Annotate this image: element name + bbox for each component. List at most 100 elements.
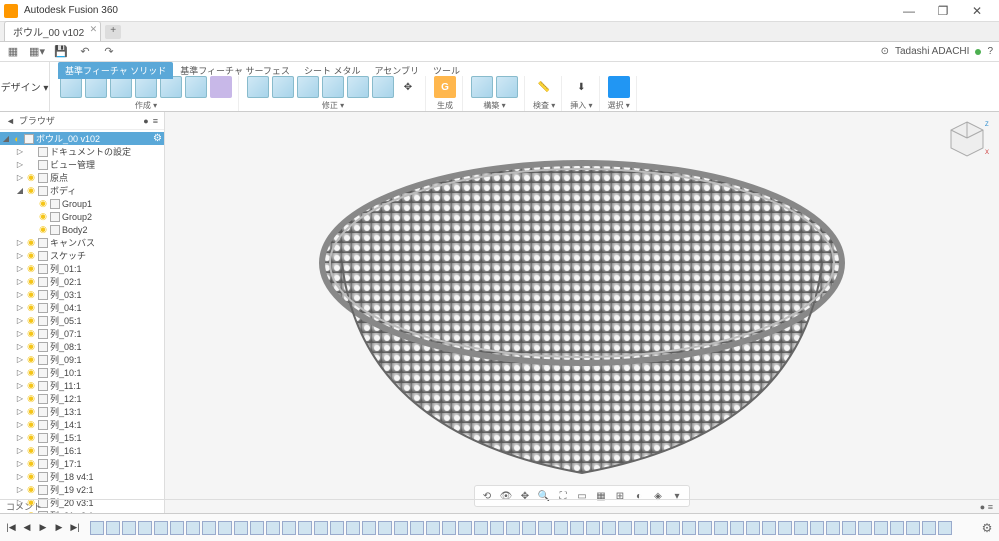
timeline-feature[interactable] [570,521,584,535]
visibility-icon[interactable]: ◉ [26,394,36,404]
tree-row[interactable]: ▷◉列_15:1 [0,431,164,444]
timeline-feature[interactable] [314,521,328,535]
timeline-feature[interactable] [442,521,456,535]
ribbon-tab-surface[interactable]: 基準フィーチャ サーフェス [173,62,297,79]
ribbon-tab-assembly[interactable]: アセンブリ [367,62,426,79]
expand-icon[interactable]: ▷ [16,381,24,390]
timeline-feature[interactable] [618,521,632,535]
visibility-icon[interactable]: ◉ [26,290,36,300]
expand-icon[interactable]: ▷ [16,472,24,481]
timeline-feature[interactable] [922,521,936,535]
timeline-feature[interactable] [362,521,376,535]
timeline-track[interactable] [84,521,977,535]
tree-row[interactable]: ▷◉列_04:1 [0,301,164,314]
expand-icon[interactable]: ▷ [16,251,24,260]
comments-pin-icon[interactable]: ● ≡ [980,502,993,512]
expand-icon[interactable]: ▷ [16,277,24,286]
expand-icon[interactable]: ▷ [16,264,24,273]
browser-pin-icon[interactable]: ● [143,116,148,126]
timeline-feature[interactable] [650,521,664,535]
timeline-feature[interactable] [634,521,648,535]
visibility-icon[interactable]: ◉ [26,459,36,469]
timeline-feature[interactable] [506,521,520,535]
fillet-icon[interactable] [272,76,294,98]
visibility-icon[interactable] [26,160,36,170]
view-cube[interactable]: ZX [945,118,989,162]
tree-row[interactable]: ▷◉列_12:1 [0,392,164,405]
undo-button[interactable]: ↶ [78,45,92,59]
browser-tree[interactable]: ◢◐ ボウル_00 v102 ⚙ ▷ドキュメントの設定▷ビュー管理▷◉原点◢◉ボ… [0,130,164,513]
extensions-icon[interactable]: ⊙ [881,46,889,57]
tree-row[interactable]: ◉Group1 [0,197,164,210]
timeline-feature[interactable] [458,521,472,535]
form-icon[interactable] [210,76,232,98]
tree-row[interactable]: ▷◉列_11:1 [0,379,164,392]
minimize-button[interactable]: — [899,1,919,21]
press-pull-icon[interactable] [247,76,269,98]
comments-bar[interactable]: コメント ● ≡ [0,499,999,513]
tree-row[interactable]: ▷◉列_02:1 [0,275,164,288]
visibility-icon[interactable]: ◉ [26,186,36,196]
timeline-feature[interactable] [154,521,168,535]
timeline-feature[interactable] [890,521,904,535]
axis-icon[interactable] [496,76,518,98]
ribbon-tab-sheetmetal[interactable]: シート メタル [297,62,368,79]
timeline-feature[interactable] [122,521,136,535]
close-button[interactable]: ✕ [967,1,987,21]
timeline-feature[interactable] [410,521,424,535]
document-tab[interactable]: ボウル_00 v102 ✕ [4,21,101,41]
expand-icon[interactable]: ▷ [16,368,24,377]
draft-icon[interactable] [347,76,369,98]
ribbon-tab-tools[interactable]: ツール [426,62,467,79]
tree-row[interactable]: ▷◉キャンバス [0,236,164,249]
root-options-icon[interactable]: ⚙ [153,133,162,144]
timeline-feature[interactable] [522,521,536,535]
tree-row[interactable]: ▷◉列_01:1 [0,262,164,275]
user-name[interactable]: Tadashi ADACHI [895,46,969,57]
timeline-feature[interactable] [282,521,296,535]
tree-row[interactable]: ▷◉原点 [0,171,164,184]
expand-icon[interactable]: ▷ [16,173,24,182]
tree-row[interactable]: ▷◉列_05:1 [0,314,164,327]
visibility-icon[interactable]: ◉ [26,277,36,287]
visibility-icon[interactable]: ◉ [26,238,36,248]
timeline-fwd-button[interactable]: ▶ [52,521,66,535]
tab-close-icon[interactable]: ✕ [90,24,98,35]
save-button[interactable]: 💾 [54,45,68,59]
timeline-feature[interactable] [298,521,312,535]
timeline-feature[interactable] [730,521,744,535]
timeline-back-button[interactable]: ◀ [20,521,34,535]
tree-row[interactable]: ▷◉列_19 v2:1 [0,483,164,496]
visibility-icon[interactable]: ◉ [26,446,36,456]
visibility-icon[interactable]: ◉ [26,368,36,378]
timeline-feature[interactable] [90,521,104,535]
timeline-feature[interactable] [474,521,488,535]
timeline-feature[interactable] [330,521,344,535]
visibility-icon[interactable]: ◉ [26,433,36,443]
tree-row[interactable]: ▷◉列_08:1 [0,340,164,353]
viewport[interactable]: ZX ⟲ 👁 ✥ 🔍 ⛶ ▭ ▦ ⊞ ◐ ◈ ▾ [165,112,999,513]
visibility-icon[interactable]: ◉ [26,251,36,261]
visibility-icon[interactable]: ◉ [26,381,36,391]
visibility-icon[interactable]: ◉ [26,407,36,417]
combine-icon[interactable] [372,76,394,98]
timeline-settings-icon[interactable]: ⚙ [979,520,995,536]
timeline-feature[interactable] [186,521,200,535]
tree-row[interactable]: ▷ビュー管理 [0,158,164,171]
timeline-feature[interactable] [938,521,952,535]
timeline-feature[interactable] [234,521,248,535]
expand-icon[interactable]: ▷ [16,329,24,338]
timeline-feature[interactable] [554,521,568,535]
timeline-feature[interactable] [602,521,616,535]
timeline-feature[interactable] [266,521,280,535]
timeline-feature[interactable] [714,521,728,535]
help-button[interactable]: ? [987,46,993,57]
timeline-feature[interactable] [682,521,696,535]
timeline-feature[interactable] [394,521,408,535]
rib-icon[interactable] [185,76,207,98]
expand-icon[interactable]: ▷ [16,147,24,156]
redo-button[interactable]: ↷ [102,45,116,59]
data-panel-button[interactable]: ▦ [6,45,20,59]
expand-icon[interactable]: ▷ [16,355,24,364]
sweep-icon[interactable] [135,76,157,98]
